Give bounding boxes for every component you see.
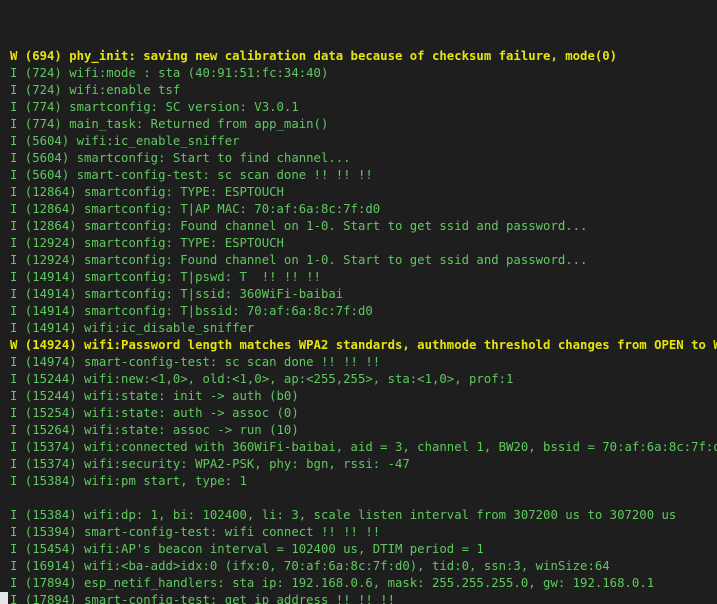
log-line: W (14924) wifi:Password length matches W…	[10, 338, 717, 352]
log-line: I (17894) esp_netif_handlers: sta ip: 19…	[10, 576, 655, 590]
log-line: I (774) smartconfig: SC version: V3.0.1	[10, 100, 299, 114]
log-line: I (774) main_task: Returned from app_mai…	[10, 117, 329, 131]
log-line: I (14914) wifi:ic_disable_sniffer	[10, 321, 255, 335]
log-line: I (5604) smartconfig: Start to find chan…	[10, 151, 351, 165]
log-line: I (17894) smart-config-test: get ip addr…	[10, 593, 395, 604]
log-line: I (724) wifi:enable tsf	[10, 83, 181, 97]
log-line: I (14914) smartconfig: T|bssid: 70:af:6a…	[10, 304, 373, 318]
log-line: I (5604) smart-config-test: sc scan done…	[10, 168, 373, 182]
log-line: I (15264) wifi:state: assoc -> run (10)	[10, 423, 299, 437]
log-line: I (5604) wifi:ic_enable_sniffer	[10, 134, 240, 148]
log-line: I (15454) wifi:AP's beacon interval = 10…	[10, 542, 484, 556]
terminal-output[interactable]: W (694) phy_init: saving new calibration…	[0, 0, 717, 604]
log-line: I (14974) smart-config-test: sc scan don…	[10, 355, 381, 369]
log-line: W (694) phy_init: saving new calibration…	[10, 49, 618, 63]
log-line: I (15394) smart-config-test: wifi connec…	[10, 525, 381, 539]
log-line: I (12924) smartconfig: Found channel on …	[10, 253, 588, 267]
log-line: I (14914) smartconfig: T|pswd: T !! !! !…	[10, 270, 321, 284]
log-line: I (15384) wifi:pm start, type: 1	[10, 474, 247, 488]
log-line: I (15254) wifi:state: auth -> assoc (0)	[10, 406, 299, 420]
log-line: I (724) wifi:mode : sta (40:91:51:fc:34:…	[10, 66, 329, 80]
log-line: I (15374) wifi:security: WPA2-PSK, phy: …	[10, 457, 410, 471]
log-line: I (12924) smartconfig: TYPE: ESPTOUCH	[10, 236, 284, 250]
log-line: I (12864) smartconfig: Found channel on …	[10, 219, 588, 233]
log-line: I (12864) smartconfig: TYPE: ESPTOUCH	[10, 185, 284, 199]
log-line: I (15244) wifi:state: init -> auth (b0)	[10, 389, 299, 403]
log-lines: W (694) phy_init: saving new calibration…	[10, 48, 717, 604]
log-line: I (16914) wifi:<ba-add>idx:0 (ifx:0, 70:…	[10, 559, 610, 573]
log-line: I (15244) wifi:new:<1,0>, old:<1,0>, ap:…	[10, 372, 514, 386]
log-line: I (15384) wifi:dp: 1, bi: 102400, li: 3,…	[10, 508, 677, 522]
text-cursor	[0, 592, 8, 604]
log-line: I (14914) smartconfig: T|ssid: 360WiFi-b…	[10, 287, 344, 301]
log-line: I (12864) smartconfig: T|AP MAC: 70:af:6…	[10, 202, 381, 216]
log-line: I (15374) wifi:connected with 360WiFi-ba…	[10, 440, 717, 454]
